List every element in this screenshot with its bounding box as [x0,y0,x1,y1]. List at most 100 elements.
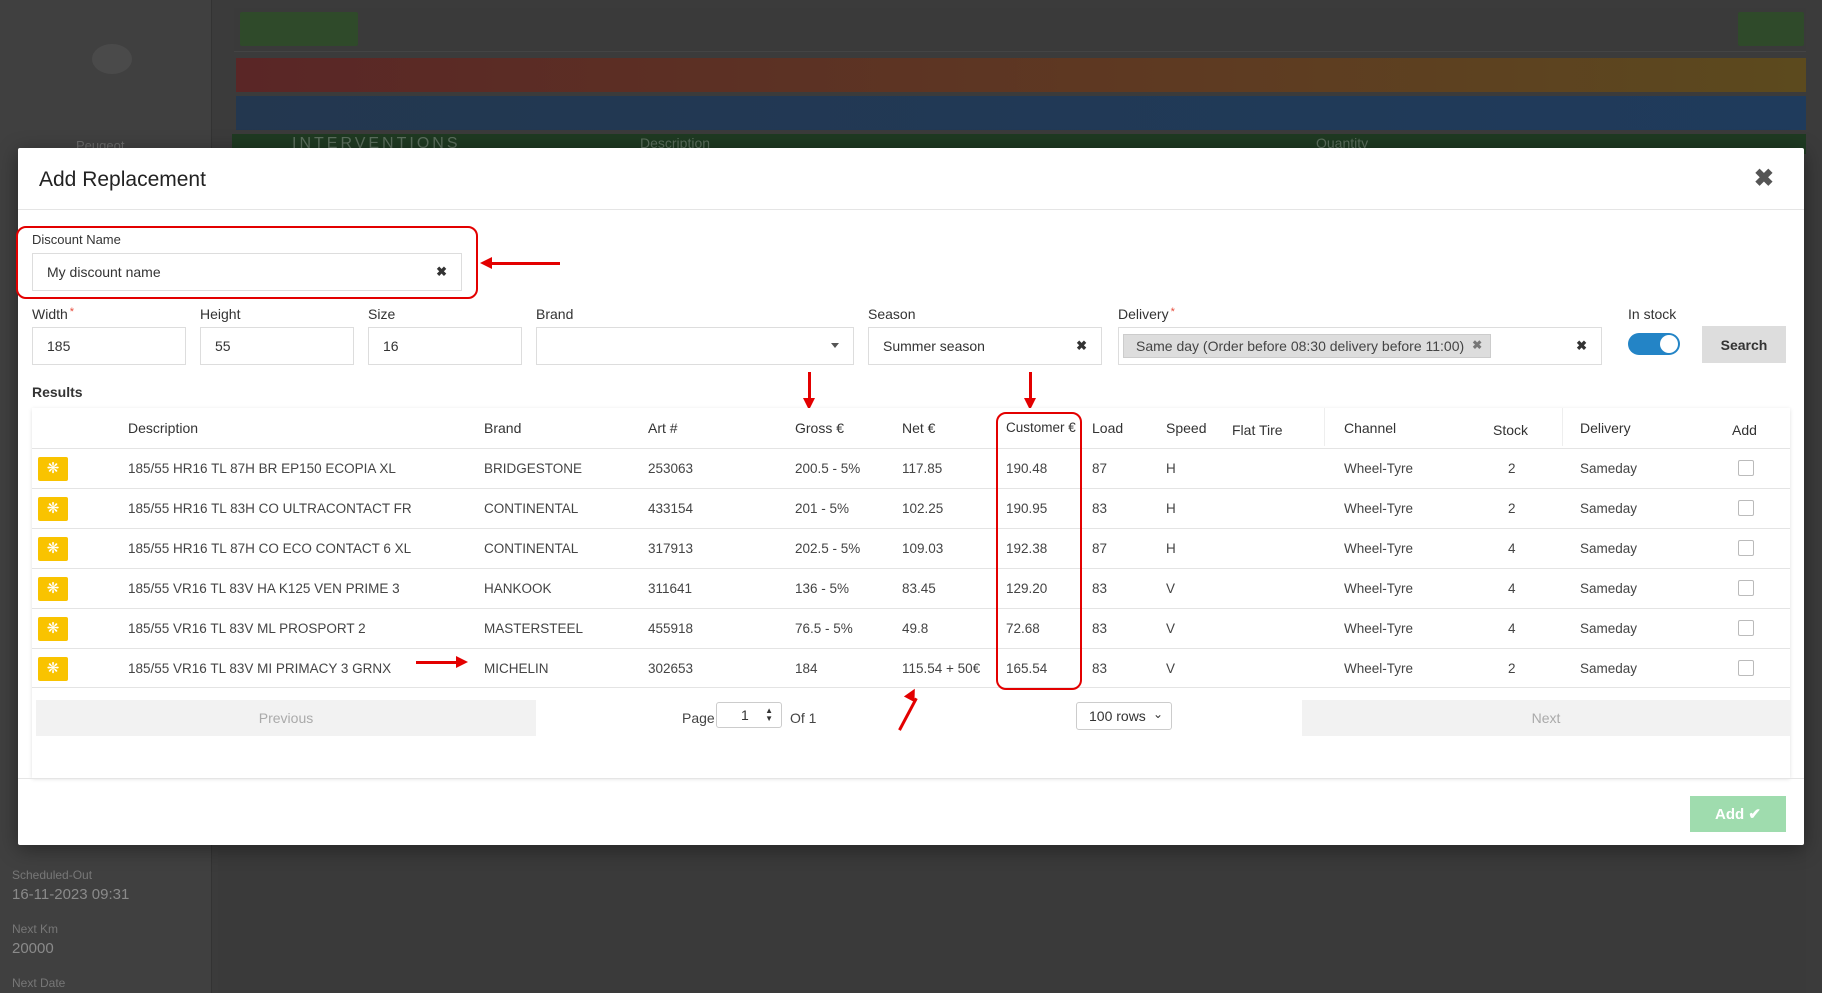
table-row: ❋ 185/55 VR16 TL 83V HA K125 VEN PRIME 3… [32,568,1790,608]
results-table: Description Brand Art # Gross € Net € Cu… [32,408,1790,778]
add-replacement-modal: Add Replacement ✖ Discount Name My disco… [16,148,1804,845]
add-checkbox[interactable] [1738,580,1754,596]
remove-tag-icon[interactable]: ✖ [1472,338,1482,352]
add-checkbox[interactable] [1738,660,1754,676]
annotation-arrow-michelin [416,656,468,667]
cell-stock: 4 [1508,621,1516,636]
background-blue-bar [236,96,1806,130]
cell-art: 311641 [648,581,693,596]
add-button[interactable]: Add ✔ [1690,796,1786,832]
table-row: ❋ 185/55 HR16 TL 87H CO ECO CONTACT 6 XL… [32,528,1790,568]
cell-load: 83 [1092,661,1108,676]
cell-load: 83 [1092,581,1108,596]
cell-delivery: Sameday [1580,461,1638,476]
cell-delivery: Sameday [1580,541,1638,556]
tyre-detail-icon[interactable]: ❋ [38,657,68,681]
chevron-down-icon [831,343,839,348]
cell-channel: Wheel-Tyre [1344,501,1414,516]
rows-per-page-select[interactable]: 100 rows ⌄ [1076,702,1172,730]
check-icon: ✔ [1748,806,1761,823]
rows-value: 100 rows [1089,708,1146,724]
cell-load: 87 [1092,541,1108,556]
col-net: Net € [902,420,936,436]
tyre-detail-icon[interactable]: ❋ [38,497,68,521]
next-button[interactable]: Next [1302,700,1790,736]
col-channel: Channel [1344,420,1397,436]
table-row: ❋ 185/55 HR16 TL 83H CO ULTRACONTACT FR … [32,488,1790,528]
cell-brand: HANKOOK [484,581,552,596]
chevron-down-icon: ⌄ [1152,707,1163,721]
annotation-box-customer [996,412,1082,690]
cell-speed: H [1166,501,1176,516]
annotation-arrow-discount [480,257,560,268]
header-divider-delivery [1562,408,1563,446]
cell-channel: Wheel-Tyre [1344,661,1414,676]
cell-net: 115.54 + 50€ [902,661,981,676]
add-checkbox[interactable] [1738,460,1754,476]
close-icon[interactable]: ✖ [1754,164,1774,193]
add-checkbox[interactable] [1738,540,1754,556]
col-description: Description [128,420,199,436]
tyre-detail-icon[interactable]: ❋ [38,537,68,561]
cell-net: 117.85 [902,461,943,476]
header-divider [18,209,1804,210]
col-stock: Stock [1493,422,1529,438]
table-row: ❋ 185/55 VR16 TL 83V ML PROSPORT 2 MASTE… [32,608,1790,648]
cell-speed: V [1166,621,1176,636]
results-label: Results [32,384,83,400]
size-value: 16 [383,338,399,354]
season-value: Summer season [883,338,985,354]
cell-brand: CONTINENTAL [484,541,579,556]
annotation-arrow-customer [1024,372,1035,410]
cell-gross: 76.5 - 5% [795,621,853,636]
tyre-detail-icon[interactable]: ❋ [38,617,68,641]
background-main [218,846,1806,993]
delivery-tag-label: Same day (Order before 08:30 delivery be… [1136,338,1465,354]
cell-load: 83 [1092,621,1108,636]
season-label: Season [868,306,916,322]
clear-season-icon[interactable]: ✖ [1076,338,1087,354]
add-checkbox[interactable] [1738,620,1754,636]
cell-brand: CONTINENTAL [484,501,579,516]
delivery-label: Delivery * [1118,306,1175,322]
cell-channel: Wheel-Tyre [1344,541,1414,556]
delivery-select[interactable]: Same day (Order before 08:30 delivery be… [1118,327,1602,365]
height-input[interactable]: 55 [200,327,354,365]
in-stock-toggle[interactable] [1628,333,1680,355]
cell-net: 102.25 [902,501,944,516]
previous-button[interactable]: Previous [36,700,536,736]
cell-speed: V [1166,581,1176,596]
cell-brand: MICHELIN [484,661,549,676]
col-brand: Brand [484,420,522,436]
size-input[interactable]: 16 [368,327,522,365]
logo-icon [92,44,132,74]
background-orange-bar [236,58,1806,92]
cell-description: 185/55 VR16 TL 83V ML PROSPORT 2 [128,621,366,636]
next-km-value: 20000 [12,940,54,957]
cell-delivery: Sameday [1580,501,1638,516]
cell-stock: 2 [1508,461,1516,476]
brand-select[interactable] [536,327,854,365]
width-input[interactable]: 185 [32,327,186,365]
spinner-icon[interactable]: ▲ ▼ [765,707,773,723]
header-divider-channel [1324,408,1325,446]
cell-art: 317913 [648,541,694,556]
cell-channel: Wheel-Tyre [1344,581,1414,596]
brand-label: Brand [536,306,574,322]
annotation-arrow-gross [803,372,814,410]
footer-divider [18,778,1804,779]
add-checkbox[interactable] [1738,500,1754,516]
tyre-detail-icon[interactable]: ❋ [38,577,68,601]
search-button[interactable]: Search [1702,326,1786,363]
height-label: Height [200,306,241,322]
page-input[interactable]: 1 ▲ ▼ [716,702,782,728]
season-select[interactable]: Summer season ✖ [868,327,1102,365]
clear-delivery-icon[interactable]: ✖ [1576,338,1587,354]
cell-gross: 200.5 - 5% [795,461,861,476]
cell-art: 302653 [648,661,694,676]
modal-title: Add Replacement [39,168,206,191]
page-of-label: Of 1 [790,710,817,726]
cell-net: 83.45 [902,581,936,596]
tyre-detail-icon[interactable]: ❋ [38,457,68,481]
annotation-box-discount [16,226,478,299]
